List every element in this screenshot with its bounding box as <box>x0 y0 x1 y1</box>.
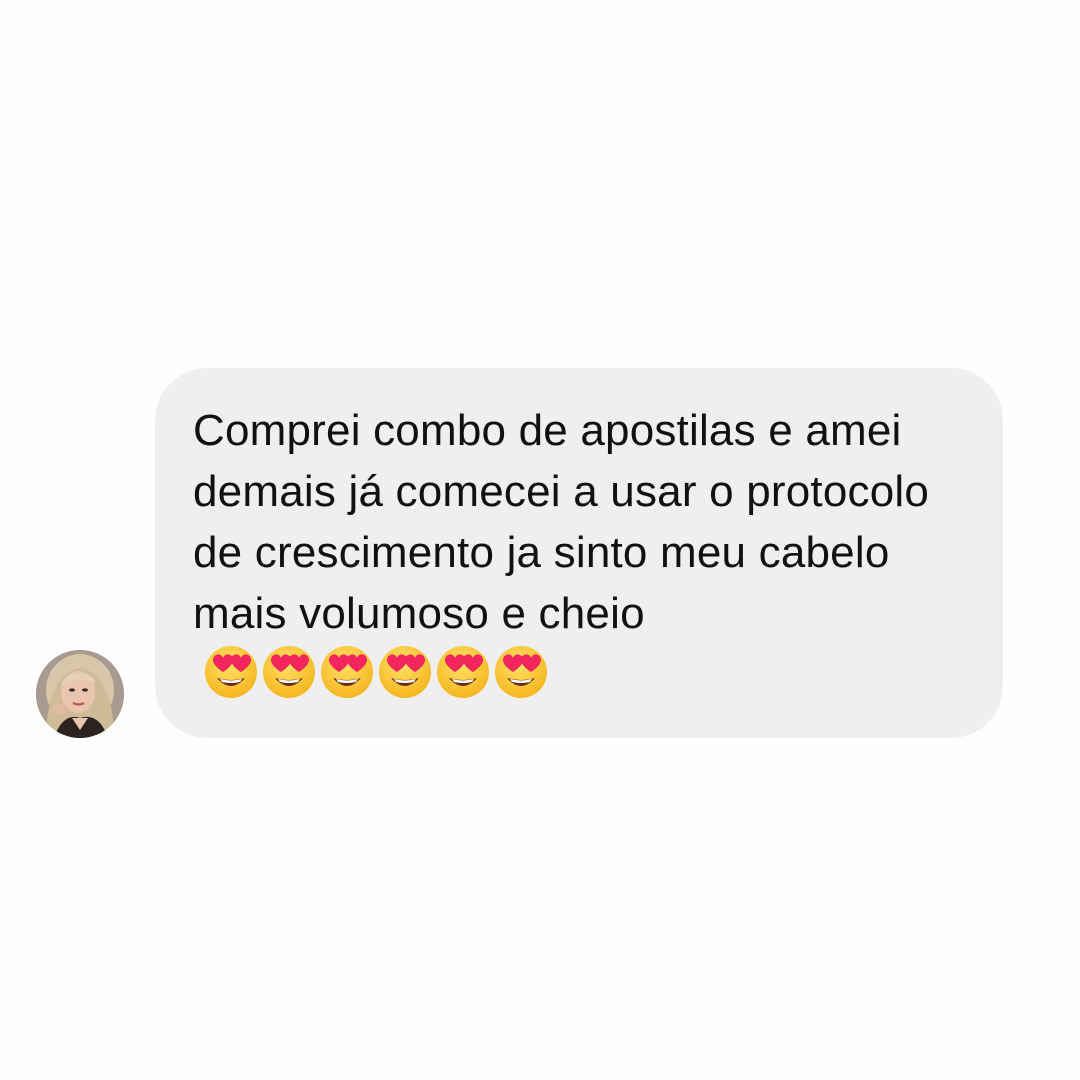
heart-eyes-emoji-icon <box>435 644 491 700</box>
emoji-row <box>203 644 551 716</box>
heart-eyes-emoji-icon <box>377 644 433 700</box>
heart-eyes-emoji-icon <box>319 644 375 700</box>
avatar-photo <box>36 650 124 738</box>
message-text-block: Comprei combo de apostilas e amei demais… <box>193 400 973 716</box>
heart-eyes-emoji-icon <box>203 644 259 700</box>
heart-eyes-emoji-icon <box>493 644 549 700</box>
message-bubble[interactable]: Comprei combo de apostilas e amei demais… <box>155 368 1003 738</box>
sender-avatar[interactable] <box>36 650 124 738</box>
message-text: Comprei combo de apostilas e amei demais… <box>193 406 930 638</box>
heart-eyes-emoji-icon <box>261 644 317 700</box>
